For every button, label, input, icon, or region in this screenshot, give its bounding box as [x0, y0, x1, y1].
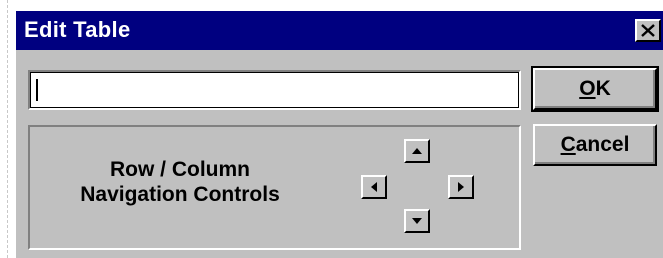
text-caret: [36, 79, 38, 101]
cancel-button[interactable]: Cancel: [533, 124, 657, 166]
arrow-up-icon: [412, 148, 422, 154]
dialog-title: Edit Table: [24, 17, 131, 42]
arrow-down-icon: [412, 218, 422, 224]
close-x-icon: [641, 24, 655, 37]
decorative-edge: [0, 0, 14, 258]
cancel-mnemonic: C: [560, 133, 576, 156]
nav-up-button[interactable]: [404, 139, 430, 163]
navigation-group: Row / Column Navigation Controls: [28, 125, 521, 250]
title-bar[interactable]: Edit Table: [16, 11, 663, 50]
ok-label-rest: K: [595, 77, 611, 100]
close-button[interactable]: [635, 19, 661, 42]
arrow-right-icon: [458, 182, 464, 192]
navigation-group-label: Row / Column Navigation Controls: [50, 157, 310, 207]
arrow-left-icon: [371, 182, 377, 192]
nav-down-button[interactable]: [404, 209, 430, 233]
ok-mnemonic: O: [579, 77, 596, 100]
group-label-line1: Row / Column: [110, 158, 250, 181]
table-text-input[interactable]: [28, 70, 521, 110]
ok-button[interactable]: OK: [531, 66, 659, 112]
nav-right-button[interactable]: [448, 175, 474, 199]
nav-left-button[interactable]: [361, 175, 387, 199]
edit-table-dialog: Edit Table OK Cancel Row / Column Naviga…: [14, 9, 663, 258]
cancel-label-rest: ancel: [575, 133, 630, 156]
group-label-line2: Navigation Controls: [80, 183, 280, 206]
